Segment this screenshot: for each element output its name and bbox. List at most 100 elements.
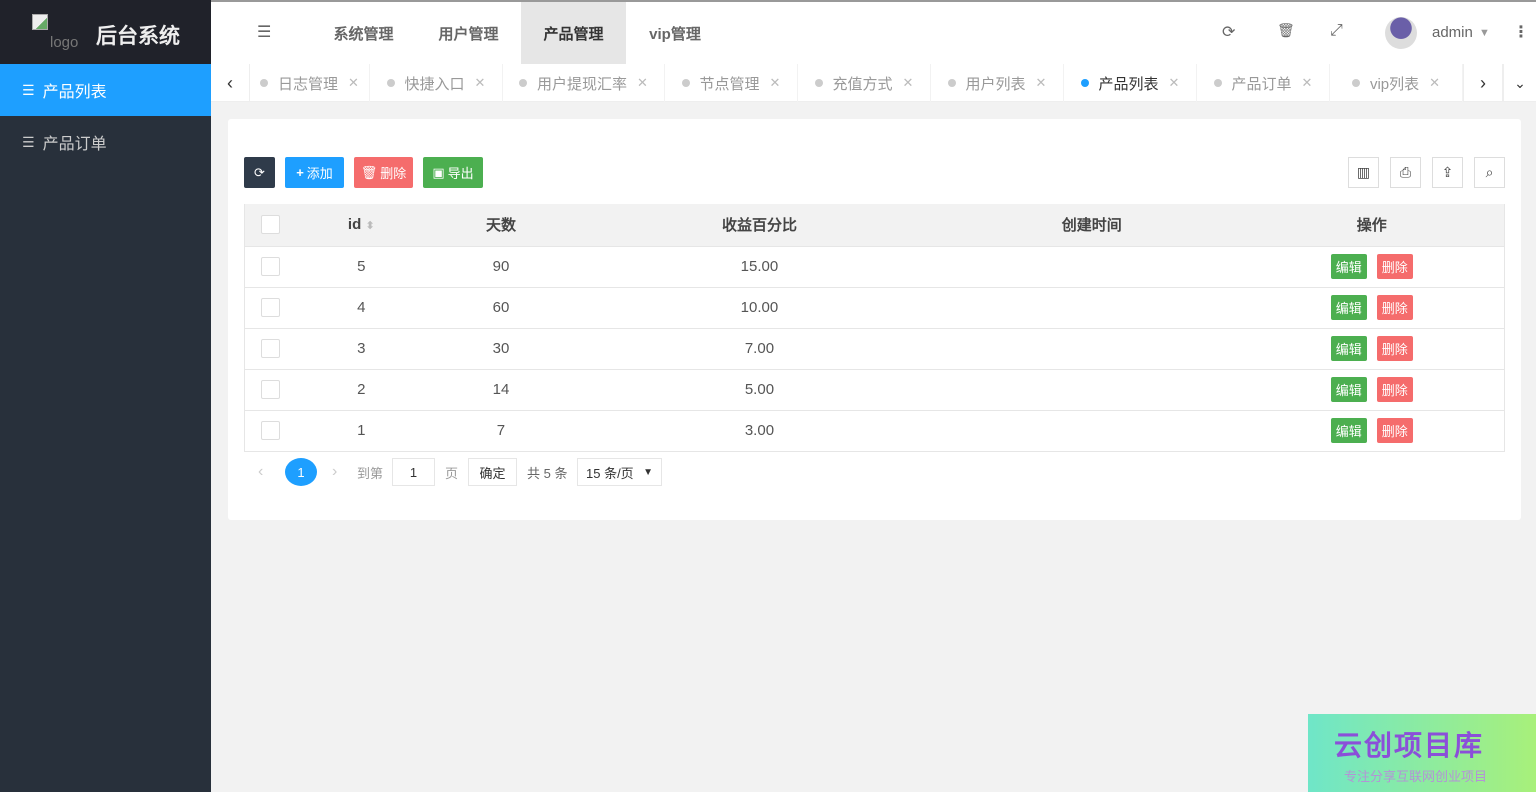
close-icon: ✕ — [1302, 75, 1313, 91]
tab-product-orders[interactable]: 产品订单✕ — [1197, 64, 1330, 102]
row-checkbox[interactable] — [261, 380, 280, 399]
cell: 2 — [296, 369, 428, 410]
cell: 7.00 — [575, 328, 944, 369]
col-id[interactable]: id ⬍ — [296, 204, 428, 246]
close-icon: ✕ — [348, 75, 359, 91]
fullscreen-icon[interactable]: ⤢ — [1330, 22, 1343, 40]
sidebar-item-product-orders[interactable]: ☰ 产品订单 — [0, 116, 211, 168]
row-checkbox[interactable] — [261, 257, 280, 276]
refresh-button[interactable]: ⟳ — [244, 157, 275, 188]
export-button[interactable]: ▣导出 — [423, 157, 483, 188]
trash-icon: 🗑 — [361, 165, 378, 181]
cell: 3 — [296, 328, 428, 369]
sidebar-item-product-list[interactable]: ☰产品列表 — [0, 64, 211, 116]
nav-system[interactable]: 系统管理 — [311, 2, 416, 64]
delete-button[interactable]: 删除 — [1377, 377, 1413, 402]
cell — [944, 410, 1239, 451]
tab-vip-list[interactable]: vip列表✕ — [1330, 64, 1463, 102]
trash-icon[interactable]: 🗑 — [1277, 22, 1295, 39]
row-checkbox[interactable] — [261, 421, 280, 440]
tab-log[interactable]: 日志管理✕ — [250, 64, 370, 102]
chevron-down-icon: ▼ — [643, 467, 653, 478]
edit-button[interactable]: 编辑 — [1331, 295, 1367, 320]
cell: 10.00 — [575, 287, 944, 328]
confirm-button[interactable]: 确定 — [468, 458, 517, 486]
select-all-checkbox[interactable] — [261, 215, 280, 234]
bulk-delete-button[interactable]: 🗑删除 — [354, 157, 413, 188]
cell — [944, 328, 1239, 369]
edit-button[interactable]: 编辑 — [1331, 418, 1367, 443]
close-icon: ✕ — [637, 75, 648, 91]
nav-user[interactable]: 用户管理 — [416, 2, 521, 64]
tabs-menu-chevron-down-icon[interactable]: ⌄ — [1503, 64, 1536, 102]
search-icon[interactable]: ⌕ — [1474, 157, 1505, 188]
prev-page-icon[interactable]: ‹ — [258, 458, 263, 486]
sidebar-item-label: 产品订单 — [43, 130, 107, 154]
refresh-icon[interactable]: ⟳ — [1222, 22, 1235, 42]
user-name[interactable]: admin — [1432, 24, 1473, 41]
col-days: 天数 — [427, 204, 575, 246]
menu-toggle-icon[interactable]: ☰ — [257, 22, 271, 42]
list-icon: ☰ — [22, 134, 35, 151]
cell: 7 — [427, 410, 575, 451]
tab-users[interactable]: 用户列表✕ — [931, 64, 1064, 102]
row-checkbox[interactable] — [261, 298, 280, 317]
tab-withdraw-rate[interactable]: 用户提现汇率✕ — [503, 64, 665, 102]
nav-vip[interactable]: vip管理 — [626, 2, 724, 64]
page-input[interactable]: 1 — [392, 458, 435, 486]
caret-down-icon[interactable]: ▼ — [1479, 27, 1490, 39]
excel-file-icon: ▣ — [432, 165, 444, 181]
app-title: 后台系统 — [96, 20, 180, 50]
col-created: 创建时间 — [944, 204, 1239, 246]
sort-icon: ⬍ — [365, 220, 374, 232]
export-icon[interactable]: ⇪ — [1432, 157, 1463, 188]
print-icon[interactable]: ⎙ — [1390, 157, 1421, 188]
tab-nodes[interactable]: 节点管理✕ — [665, 64, 798, 102]
more-icon[interactable]: ⋮ — [1513, 22, 1529, 42]
total-count: 共 5 条 — [527, 458, 567, 486]
tab-shortcut[interactable]: 快捷入口✕ — [370, 64, 503, 102]
edit-button[interactable]: 编辑 — [1331, 336, 1367, 361]
close-icon: ✕ — [770, 75, 781, 91]
close-icon: ✕ — [1036, 75, 1047, 91]
next-page-icon[interactable]: › — [332, 458, 337, 486]
cell: 60 — [427, 287, 575, 328]
table-row: 173.00 编辑删除 — [245, 410, 1505, 451]
product-table: id ⬍ 天数 收益百分比 创建时间 操作 59015.00编辑删除46010.… — [244, 204, 1505, 452]
page-1-button[interactable]: 1 — [285, 458, 317, 486]
watermark-logo: 云创项目库 专注分享互联网创业项目 — [1308, 714, 1536, 792]
table-row: 3307.00编辑删除 — [245, 328, 1505, 369]
page-label: 页 — [445, 458, 458, 486]
nav-product[interactable]: 产品管理 — [521, 2, 626, 64]
cell — [944, 246, 1239, 287]
delete-button[interactable]: 删除 — [1377, 254, 1413, 279]
close-icon: ✕ — [1169, 75, 1180, 91]
cell — [944, 369, 1239, 410]
edit-button[interactable]: 编辑 — [1331, 254, 1367, 279]
tab-recharge[interactable]: 充值方式✕ — [798, 64, 931, 102]
sidebar-item-label: 产品列表 — [43, 78, 107, 102]
cell: 14 — [427, 369, 575, 410]
close-icon: ✕ — [1429, 75, 1440, 91]
delete-button[interactable]: 删除 — [1377, 295, 1413, 320]
cell — [944, 287, 1239, 328]
edit-button[interactable]: 编辑 — [1331, 377, 1367, 402]
row-checkbox[interactable] — [261, 339, 280, 358]
tabs-prev-icon[interactable]: ‹ — [211, 64, 250, 102]
delete-button[interactable]: 删除 — [1377, 336, 1413, 361]
page-size-select[interactable]: 15 条/页▼ — [577, 458, 662, 486]
cell: 3.00 — [575, 410, 944, 451]
tabs-next-icon[interactable]: › — [1463, 64, 1503, 102]
avatar[interactable] — [1385, 17, 1417, 49]
broken-image-icon — [32, 14, 48, 30]
cell: 1 — [296, 410, 428, 451]
add-button[interactable]: +添加 — [285, 157, 344, 188]
header: ☰ 系统管理 用户管理 产品管理 vip管理 ⟳ 🗑 ⤢ admin ▼ ⋮ — [211, 0, 1536, 64]
cell: 5 — [296, 246, 428, 287]
delete-button[interactable]: 删除 — [1377, 418, 1413, 443]
content-card: ⟳ +添加 🗑删除 ▣导出 ▥ ⎙ ⇪ ⌕ id ⬍ 天数 收益百分比 创建时间… — [228, 119, 1521, 520]
tab-product-list[interactable]: 产品列表✕ — [1064, 64, 1197, 102]
columns-icon[interactable]: ▥ — [1348, 157, 1379, 188]
logo-area: logo 后台系统 — [0, 0, 211, 64]
close-icon: ✕ — [903, 75, 914, 91]
